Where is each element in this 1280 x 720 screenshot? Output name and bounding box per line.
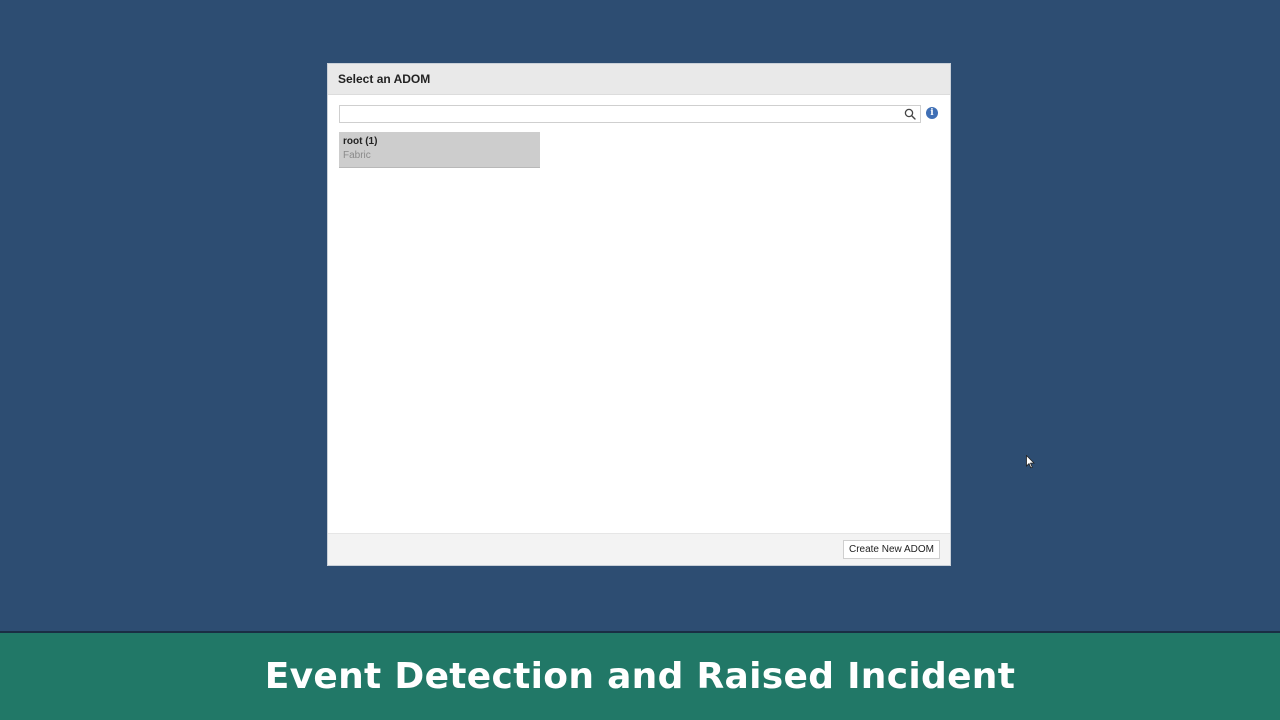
- adom-type: Fabric: [343, 150, 371, 161]
- caption-banner: Event Detection and Raised Incident: [0, 631, 1280, 720]
- caption-text: Event Detection and Raised Incident: [264, 656, 1016, 697]
- dialog-footer: Create New ADOM: [328, 533, 950, 565]
- mouse-pointer-icon: [1026, 455, 1035, 469]
- screen: Select an ADOM i root (1) Fabric Create …: [0, 0, 1280, 720]
- adom-tile-root[interactable]: root (1) Fabric: [339, 132, 540, 168]
- create-new-adom-button[interactable]: Create New ADOM: [842, 540, 940, 559]
- search-field[interactable]: [339, 105, 921, 123]
- search-input[interactable]: [340, 106, 900, 122]
- select-adom-dialog: Select an ADOM i root (1) Fabric Create …: [327, 63, 951, 566]
- adom-name: root (1): [343, 136, 378, 147]
- dialog-header: Select an ADOM: [328, 64, 950, 95]
- search-row: i: [339, 105, 940, 123]
- dialog-title: Select an ADOM: [338, 72, 431, 86]
- search-icon[interactable]: [904, 108, 916, 120]
- info-icon[interactable]: i: [926, 107, 938, 119]
